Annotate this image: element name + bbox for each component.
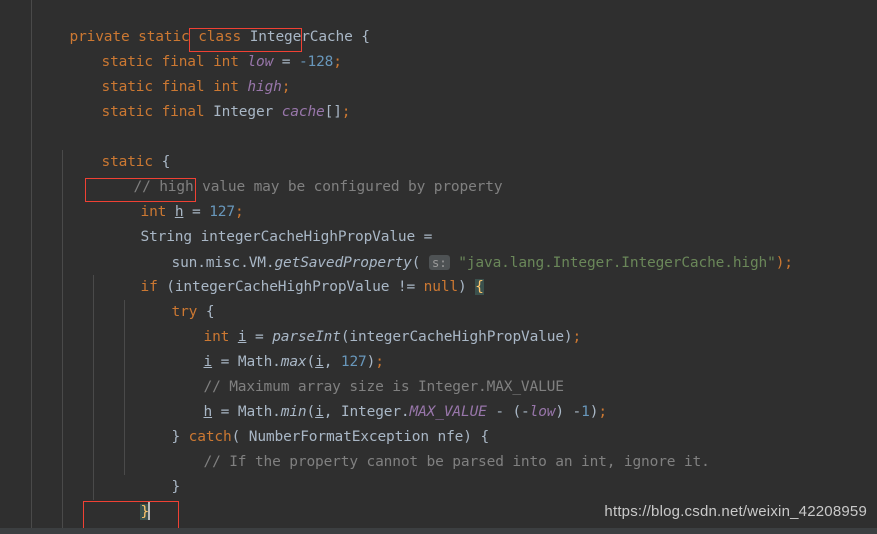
code-line-blank[interactable]: [0, 100, 877, 125]
watermark-url: https://blog.csdn.net/weixin_42208959: [604, 503, 867, 520]
code-line[interactable]: static final int high;: [0, 50, 877, 95]
code-line[interactable]: i = Math.max(i, 127);: [0, 325, 877, 370]
code-line[interactable]: static final int low = -128;: [0, 25, 877, 70]
code-line-with-caret[interactable]: }: [0, 475, 877, 520]
code-line[interactable]: try {: [0, 275, 877, 320]
code-line[interactable]: int h = 127;: [0, 175, 877, 220]
bottom-edge-strip: [0, 528, 877, 534]
code-line[interactable]: sun.misc.VM.getSavedProperty( s: "java.l…: [0, 225, 877, 271]
code-line[interactable]: String integerCacheHighPropValue =: [0, 200, 877, 245]
code-line[interactable]: } catch( NumberFormatException nfe) {: [0, 400, 877, 445]
code-line[interactable]: // If the property cannot be parsed into…: [0, 425, 877, 470]
code-line[interactable]: static {: [0, 125, 877, 170]
code-editor[interactable]: private static class IntegerCache { stat…: [0, 0, 877, 534]
code-line[interactable]: int i = parseInt(integerCacheHighPropVal…: [0, 300, 877, 345]
code-line[interactable]: }: [0, 450, 877, 495]
code-line[interactable]: // high value may be configured by prope…: [0, 150, 877, 195]
code-line[interactable]: static final Integer cache[];: [0, 75, 877, 120]
code-line[interactable]: // Maximum array size is Integer.MAX_VAL…: [0, 350, 877, 395]
code-line[interactable]: private static class IntegerCache {: [0, 0, 877, 45]
code-line[interactable]: h = Math.min(i, Integer.MAX_VALUE - (-lo…: [0, 375, 877, 420]
code-line[interactable]: if (integerCacheHighPropValue != null) {: [0, 250, 877, 295]
code-content[interactable]: private static class IntegerCache { stat…: [0, 0, 877, 534]
